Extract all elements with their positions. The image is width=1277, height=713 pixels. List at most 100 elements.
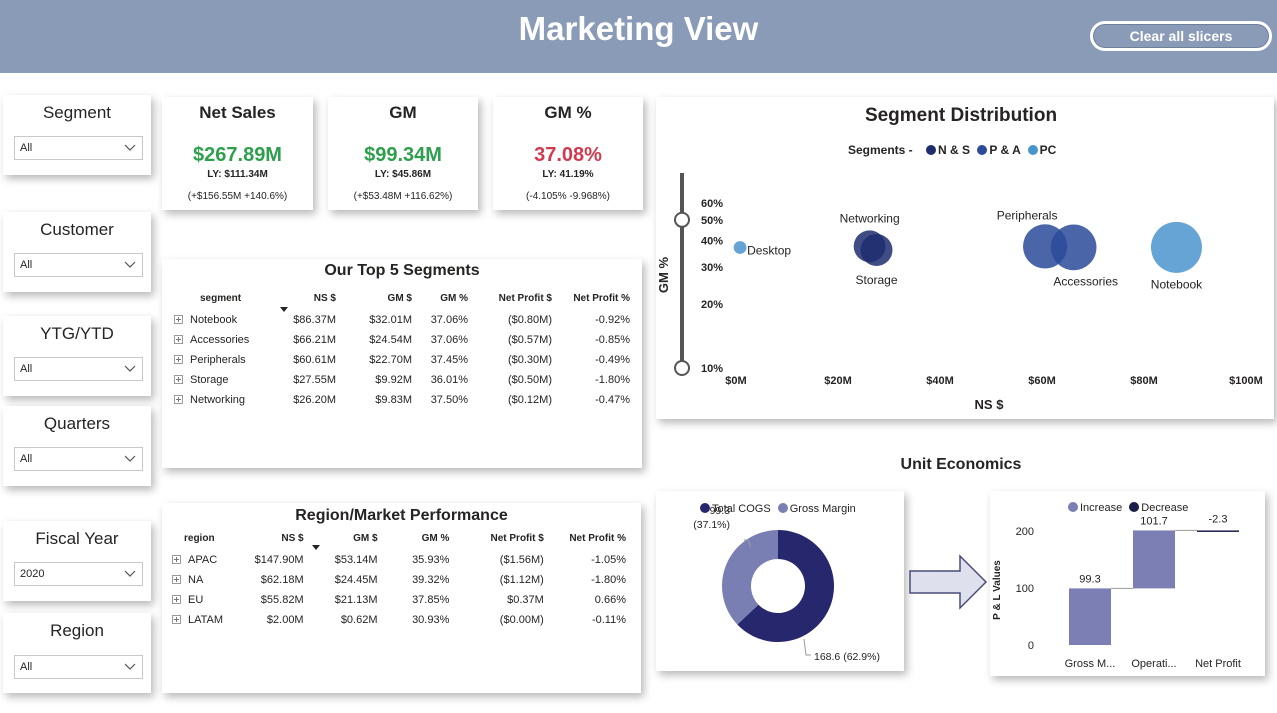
kpi-card-gm-percent: GM % 37.08% LY: 41.19% (-4.105% -9.968%)	[493, 97, 643, 210]
gm-percent-value: 36.01%	[430, 374, 468, 386]
column-header[interactable]: GM $	[340, 286, 416, 310]
region-name: LATAM	[188, 614, 224, 626]
x-tick-label: $60M	[1028, 375, 1056, 387]
bar-value-label: 99.3	[1079, 573, 1100, 585]
net-profit-value: ($0.30M)	[507, 354, 552, 366]
gm-percent-value: 37.85%	[412, 594, 450, 606]
customer-dropdown[interactable]: All	[14, 253, 143, 277]
waterfall-bar[interactable]	[1069, 588, 1111, 645]
slicer-fiscal-year: Fiscal Year 2020	[3, 521, 151, 601]
ns-value: $26.20M	[293, 394, 336, 406]
fiscal-year-dropdown[interactable]: 2020	[14, 562, 143, 586]
scatter-point[interactable]	[1150, 221, 1202, 273]
x-tick-label: $80M	[1130, 375, 1158, 387]
y-axis-label: GM %	[656, 257, 671, 294]
table-row[interactable]: LATAM $2.00M $0.62M 30.93% ($0.00M) -0.1…	[168, 610, 630, 630]
y-tick-label: 100	[1016, 583, 1034, 595]
point-label: Networking	[840, 211, 900, 225]
dropdown-value: 2020	[20, 568, 45, 580]
table-row[interactable]: APAC $147.90M $53.14M 35.93% ($1.56M) -1…	[168, 550, 630, 570]
expand-plus-icon[interactable]	[172, 575, 181, 584]
y-tick-label: 10%	[701, 363, 723, 375]
scatter-point[interactable]	[1050, 224, 1097, 271]
segment-name: Peripherals	[190, 354, 246, 366]
column-header[interactable]: segment	[170, 286, 278, 310]
column-header[interactable]: NS $	[244, 526, 308, 550]
column-header[interactable]: Net Profit %	[556, 286, 634, 310]
column-header[interactable]: GM $	[308, 526, 382, 550]
scatter-point[interactable]	[860, 234, 893, 266]
x-tick-label: Gross M...	[1065, 658, 1116, 670]
region-dropdown[interactable]: All	[14, 655, 143, 679]
net-profit-value: ($0.00M)	[499, 614, 544, 626]
table-row[interactable]: NA $62.18M $24.45M 39.32% ($1.12M) -1.80…	[168, 570, 630, 590]
table-row[interactable]: Networking $26.20M $9.83M 37.50% ($0.12M…	[170, 390, 634, 410]
net-profit-value: ($1.56M)	[499, 554, 544, 566]
table-row[interactable]: Notebook $86.37M $32.01M 37.06% ($0.80M)…	[170, 310, 634, 330]
slicer-title: Fiscal Year	[35, 529, 119, 548]
ns-value: $62.18M	[260, 574, 304, 586]
table-row[interactable]: EU $55.82M $21.13M 37.85% $0.37M 0.66%	[168, 590, 630, 610]
x-tick-label: $0M	[725, 375, 746, 387]
cogs-margin-donut-card: Total COGS Gross Margin 99.3 (37.1%) 168.6…	[656, 491, 904, 671]
ns-value: $60.61M	[293, 354, 336, 366]
label-leader-line	[803, 638, 811, 656]
table-header-row: region NS $ GM $ GM % Net Profit $ Net P…	[168, 526, 630, 550]
clear-slicers-button[interactable]: Clear all slicers	[1090, 21, 1272, 51]
top-segments-table-card: Our Top 5 Segments segment NS $ GM $ GM …	[162, 259, 642, 468]
net-profit-value: ($0.57M)	[507, 334, 552, 346]
table-row[interactable]: Storage $27.55M $9.92M 36.01% ($0.50M) -…	[170, 370, 634, 390]
y-tick-label: 40%	[701, 235, 723, 247]
range-slider-handle[interactable]	[674, 360, 690, 376]
expand-plus-icon[interactable]	[174, 315, 183, 324]
expand-plus-icon[interactable]	[174, 335, 183, 344]
y-tick-label: 30%	[701, 262, 723, 274]
kpi-title: GM	[389, 103, 417, 122]
slicer-title: Segment	[42, 103, 112, 122]
expand-plus-icon[interactable]	[174, 375, 183, 384]
column-header[interactable]: Net Profit $	[453, 526, 547, 550]
point-label: Peripherals	[997, 208, 1058, 222]
table-row[interactable]: Accessories $66.21M $24.54M 37.06% ($0.5…	[170, 330, 634, 350]
chevron-down-icon	[124, 663, 136, 670]
kpi-card-net-sales: Net Sales $267.89M LY: $111.34M (+$156.5…	[162, 97, 313, 210]
expand-plus-icon[interactable]	[174, 355, 183, 364]
dropdown-value: All	[20, 142, 33, 154]
net-profit-percent-value: -0.49%	[595, 354, 630, 366]
expand-plus-icon[interactable]	[174, 395, 183, 404]
column-header[interactable]: Net Profit %	[548, 526, 630, 550]
gm-value: $24.45M	[334, 574, 378, 586]
expand-plus-icon[interactable]	[172, 555, 181, 564]
expand-plus-icon[interactable]	[172, 595, 181, 604]
expand-plus-icon[interactable]	[172, 615, 181, 624]
ytg-ytd-dropdown[interactable]: All	[14, 357, 143, 381]
segment-dropdown[interactable]: All	[14, 136, 143, 160]
quarters-dropdown[interactable]: All	[14, 447, 143, 471]
net-profit-value: ($1.12M)	[499, 574, 544, 586]
waterfall-bar[interactable]	[1197, 530, 1239, 532]
kpi-value: $99.34M	[364, 144, 442, 166]
segment-name: Notebook	[190, 314, 238, 326]
column-header[interactable]: NS $	[278, 286, 340, 310]
column-header[interactable]: region	[168, 526, 244, 550]
gm-value: $9.92M	[375, 374, 412, 386]
table-title: Our Top 5 Segments	[324, 262, 480, 279]
range-slider-handle[interactable]	[674, 211, 690, 228]
slicer-region: Region All	[3, 613, 151, 693]
point-label: Notebook	[1151, 277, 1203, 291]
scatter-point[interactable]	[733, 241, 747, 254]
table-row[interactable]: Peripherals $60.61M $22.70M 37.45% ($0.3…	[170, 350, 634, 370]
gm-value: $21.13M	[334, 594, 378, 606]
chevron-down-icon	[124, 570, 136, 577]
waterfall-bar[interactable]	[1133, 530, 1175, 589]
y-tick-label: 60%	[701, 198, 723, 210]
gm-percent-value: 37.50%	[430, 394, 468, 406]
column-header[interactable]: GM %	[382, 526, 454, 550]
net-profit-percent-value: -0.47%	[595, 394, 630, 406]
column-header[interactable]: GM %	[416, 286, 472, 310]
top-segments-table: segment NS $ GM $ GM % Net Profit $ Net …	[170, 286, 634, 410]
header-bar: Marketing View Clear all slicers	[0, 0, 1277, 73]
column-header[interactable]: Net Profit $	[472, 286, 556, 310]
bar-value-label: -2.3	[1209, 513, 1228, 525]
net-profit-percent-value: -1.80%	[591, 574, 626, 586]
